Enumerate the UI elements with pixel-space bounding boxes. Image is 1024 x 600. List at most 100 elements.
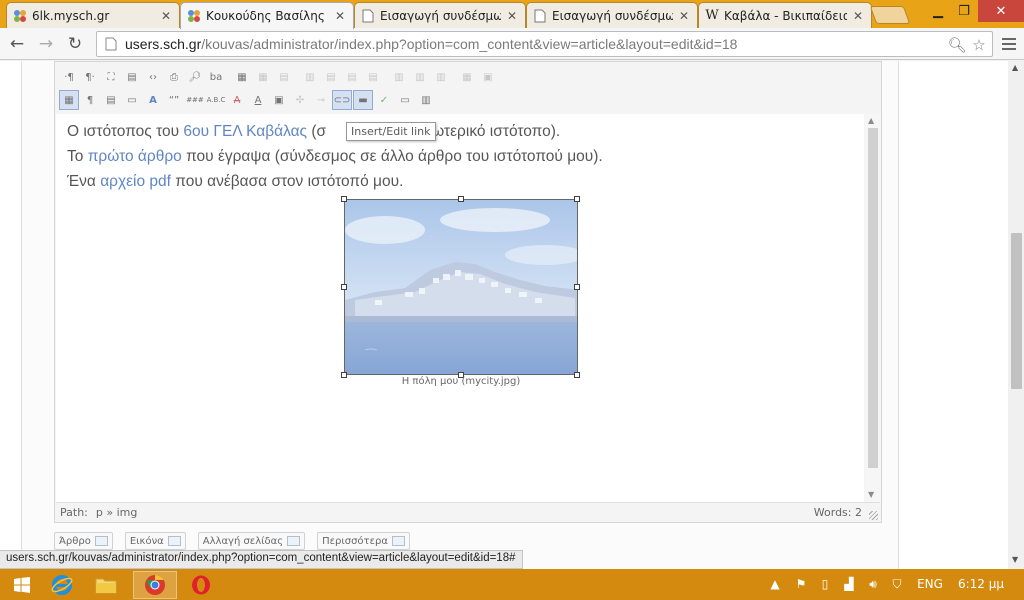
- code-icon[interactable]: ‹›: [143, 67, 163, 87]
- show-hidden-icons-icon[interactable]: ▲: [768, 575, 782, 593]
- opera-icon[interactable]: [179, 571, 223, 599]
- page-scrollbar[interactable]: ▲ ▼: [1008, 61, 1024, 569]
- layer-icon[interactable]: ✣: [290, 90, 310, 110]
- delete-col-icon[interactable]: ▥: [431, 67, 451, 87]
- blockquote-icon[interactable]: “”: [164, 90, 184, 110]
- merge-cells-icon[interactable]: ▣: [478, 67, 498, 87]
- forward-arrow-icon[interactable]: →: [35, 33, 57, 55]
- styles-icon[interactable]: A: [143, 90, 163, 110]
- col-before-icon[interactable]: ▥: [389, 67, 409, 87]
- close-icon[interactable]: ✕: [677, 9, 691, 23]
- nonbreaking-icon[interactable]: ⊸: [311, 90, 331, 110]
- start-button[interactable]: [0, 571, 44, 599]
- resize-handle[interactable]: [458, 196, 464, 202]
- link-6ou-gel[interactable]: 6ου ΓΕΛ Καβάλας: [183, 123, 307, 140]
- link-proto-arthro[interactable]: πρώτο άρθρο: [88, 148, 182, 165]
- page-scrollbar-thumb[interactable]: [1011, 233, 1022, 389]
- cell-props-icon[interactable]: ▥: [300, 67, 320, 87]
- link-arxeio-pdf[interactable]: αρχείο pdf: [100, 173, 171, 190]
- volume-icon[interactable]: 🔊︎: [864, 575, 882, 593]
- rtl-icon[interactable]: ¶·: [80, 67, 100, 87]
- reload-icon[interactable]: ↻: [64, 33, 86, 55]
- row-after-icon[interactable]: ▤: [342, 67, 362, 87]
- scrollbar-thumb[interactable]: [868, 128, 878, 468]
- row-before-icon[interactable]: ▤: [321, 67, 341, 87]
- close-icon[interactable]: ✕: [159, 9, 173, 23]
- acronym-icon[interactable]: A.B.C: [206, 90, 226, 110]
- close-icon[interactable]: ✕: [851, 9, 865, 23]
- language-indicator[interactable]: ENG: [914, 575, 946, 593]
- address-bar[interactable]: users.sch.gr/kouvas/administrator/index.…: [96, 31, 993, 57]
- table-props-icon[interactable]: ▦: [253, 67, 273, 87]
- tinymce-editor: ·¶ ¶· ⛶ ▤ ‹› ⎙ 🔎︎ ba ▦ ▦ ▤ ▥ ▤ ▤ ▤ ▥ ▥ ▥…: [54, 61, 882, 523]
- editor-content-area[interactable]: Ο ιστότοπος του 6ου ΓΕΛ Καβάλας (σ ε εξωτ…: [56, 114, 864, 502]
- show-blocks-icon[interactable]: ¶: [80, 90, 100, 110]
- split-cells-icon[interactable]: ▦: [457, 67, 477, 87]
- security-shield-icon[interactable]: ⛉: [888, 575, 906, 593]
- tab-wikipedia[interactable]: W Καβάλα - Βικιπαίδεια ✕: [698, 2, 872, 28]
- window-close-button[interactable]: ✕: [978, 0, 1024, 22]
- link-icon[interactable]: ⊂⊃: [332, 90, 352, 110]
- editor-path-bar: Path: p » img Words: 2: [56, 502, 880, 522]
- scroll-up-arrow-icon[interactable]: ▲: [1012, 63, 1018, 72]
- tab-eisagogi-2[interactable]: Εισαγωγή συνδέσμω ✕: [526, 2, 698, 28]
- pagebreak-icon[interactable]: ▥: [416, 90, 436, 110]
- tab-koukoudis[interactable]: Κουκούδης Βασίλης - ✕: [180, 2, 354, 29]
- row-props-icon[interactable]: ▤: [274, 67, 294, 87]
- find-icon[interactable]: 🔎︎: [185, 67, 205, 87]
- editor-extra-buttons: Άρθρο Εικόνα Αλλαγή σελίδας Περισσότερα: [54, 532, 410, 550]
- attributes-icon[interactable]: ▣: [269, 90, 289, 110]
- browser-tab-strip: 6lk.mysch.gr ✕ Κουκούδης Βασίλης - ✕ Εισ…: [0, 0, 1024, 29]
- scroll-down-arrow-icon[interactable]: ▼: [1012, 555, 1018, 564]
- insert-text-icon[interactable]: A: [248, 90, 268, 110]
- col-after-icon[interactable]: ▥: [410, 67, 430, 87]
- pagebreak-button[interactable]: Αλλαγή σελίδας: [197, 532, 306, 550]
- search-icon[interactable]: 🔍︎: [947, 35, 967, 55]
- clock[interactable]: 6:12 μμ: [956, 575, 1006, 593]
- internet-explorer-icon[interactable]: [40, 571, 84, 599]
- maximize-icon[interactable]: ❐: [950, 0, 978, 22]
- network-signal-icon[interactable]: ▟: [840, 575, 858, 593]
- abbr-icon[interactable]: ###: [185, 90, 205, 110]
- spellcheck-icon[interactable]: ✓: [374, 90, 394, 110]
- tab-eisagogi-1[interactable]: Εισαγωγή συνδέσμω ✕: [354, 2, 526, 28]
- back-arrow-icon[interactable]: ←: [6, 33, 28, 55]
- replace-icon[interactable]: ba: [206, 67, 226, 87]
- city-image[interactable]: [344, 199, 578, 375]
- image-button[interactable]: Εικόνα: [124, 532, 186, 550]
- visual-aid-icon[interactable]: ▦: [59, 90, 79, 110]
- print-icon[interactable]: ⎙: [164, 67, 184, 87]
- editor-scrollbar[interactable]: ▲ ▼: [865, 114, 881, 502]
- device-icon[interactable]: ▯: [816, 575, 834, 593]
- minimize-icon[interactable]: ▁: [924, 0, 952, 22]
- path-value[interactable]: p » img: [96, 506, 137, 519]
- editor-resize-grip[interactable]: [869, 511, 878, 520]
- chrome-menu-button[interactable]: [999, 33, 1019, 55]
- new-tab-button[interactable]: [869, 6, 911, 24]
- bookmark-star-icon[interactable]: ☆: [969, 35, 989, 55]
- chrome-icon[interactable]: [133, 571, 177, 599]
- horizontal-rule-icon[interactable]: ▭: [395, 90, 415, 110]
- scroll-up-arrow-icon[interactable]: ▲: [868, 116, 874, 125]
- insert-media-icon[interactable]: ▭: [122, 90, 142, 110]
- resize-handle[interactable]: [341, 284, 347, 290]
- paste-word-icon[interactable]: ▤: [101, 90, 121, 110]
- scroll-down-arrow-icon[interactable]: ▼: [868, 490, 874, 499]
- resize-handle[interactable]: [574, 196, 580, 202]
- resize-handle[interactable]: [341, 196, 347, 202]
- file-explorer-icon[interactable]: [84, 571, 128, 599]
- strikethrough-del-icon[interactable]: A: [227, 90, 247, 110]
- image-icon[interactable]: ▬: [353, 90, 373, 110]
- close-icon[interactable]: ✕: [333, 9, 347, 23]
- table-icon[interactable]: ▦: [232, 67, 252, 87]
- resize-handle[interactable]: [574, 284, 580, 290]
- close-icon[interactable]: ✕: [505, 9, 519, 23]
- delete-row-icon[interactable]: ▤: [363, 67, 383, 87]
- fullscreen-icon[interactable]: ⛶: [101, 67, 121, 87]
- article-button[interactable]: Άρθρο: [54, 532, 113, 550]
- readmore-button[interactable]: Περισσότερα: [317, 532, 410, 550]
- template-icon[interactable]: ▤: [122, 67, 142, 87]
- tab-6lk[interactable]: 6lk.mysch.gr ✕: [6, 2, 180, 28]
- ltr-icon[interactable]: ·¶: [59, 67, 79, 87]
- action-center-flag-icon[interactable]: ⚑: [792, 575, 810, 593]
